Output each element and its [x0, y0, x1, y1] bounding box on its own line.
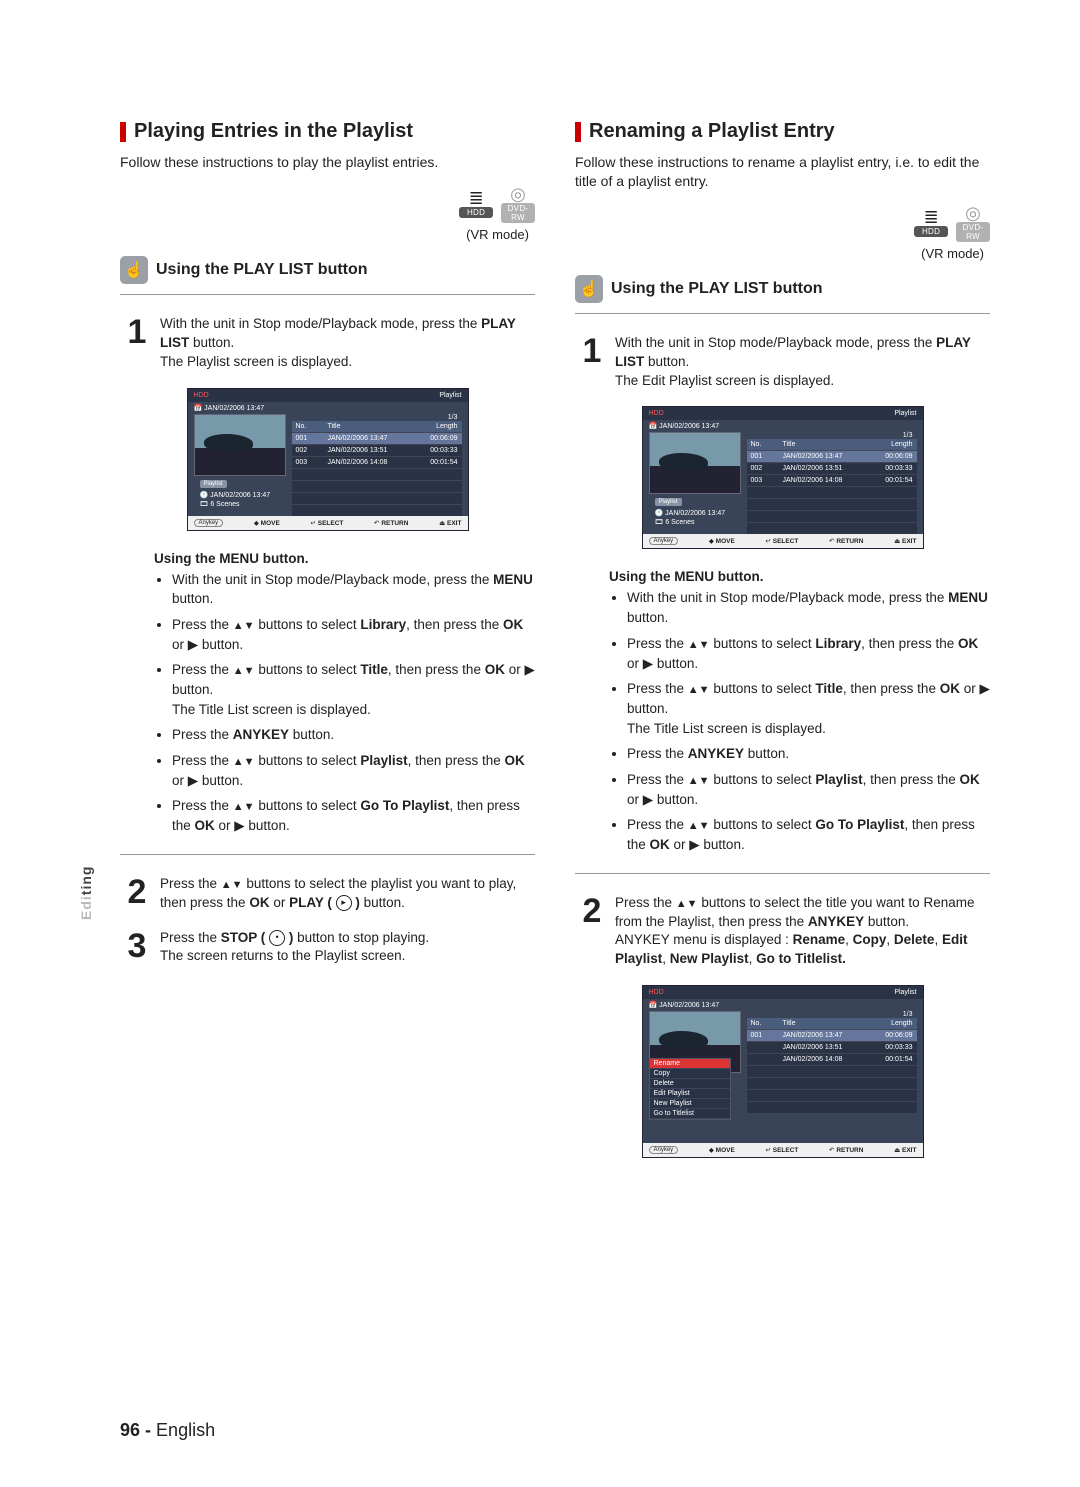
osd-table-header: No.TitleLength: [292, 421, 462, 432]
left-menu-heading: Using the MENU button.: [154, 551, 535, 566]
hdd-icon: ≣ HDD: [459, 190, 493, 218]
osd-date: JAN/02/2006 13:47: [204, 405, 264, 412]
right-step1-body: With the unit in Stop mode/Playback mode…: [615, 334, 990, 391]
divider: [120, 294, 535, 295]
hdd-icon: ≣ HDD: [914, 209, 948, 237]
side-tab-dim: Edi: [78, 895, 94, 920]
osd-header-device: HDD: [194, 392, 209, 399]
left-column: Playing Entries in the Playlist Follow t…: [120, 120, 535, 1178]
page-language: English: [156, 1420, 215, 1440]
osd-meta-scenes: 6 Scenes: [210, 501, 239, 508]
ctx-delete: Delete: [650, 1079, 730, 1089]
osd-button-bar: Anykey ◆ MOVE ↵ SELECT ↶ RETURN ⏏ EXIT: [188, 516, 468, 530]
right-intro: Follow these instructions to rename a pl…: [575, 153, 990, 191]
step-number-2: 2: [120, 875, 154, 913]
ctx-rename: Rename: [650, 1059, 730, 1069]
left-step-3: 3 Press the STOP ( • ) button to stop pl…: [120, 929, 535, 967]
left-intro: Follow these instructions to play the pl…: [120, 153, 535, 172]
ctx-edit-playlist: Edit Playlist: [650, 1089, 730, 1099]
osd-playlist-screenshot-left: HDDPlaylist 📅 JAN/02/2006 13:47 Playlist…: [187, 388, 469, 531]
left-step1-body: With the unit in Stop mode/Playback mode…: [160, 315, 535, 372]
right-menu-list: With the unit in Stop mode/Playback mode…: [609, 588, 990, 854]
left-step-2: 2 Press the ▲▼ buttons to select the pla…: [120, 875, 535, 913]
left-step-1: 1 With the unit in Stop mode/Playback mo…: [120, 315, 535, 372]
finger-press-icon: ☝: [120, 256, 148, 284]
left-media-icons: ≣ HDD ◎ DVD-RW: [120, 186, 535, 223]
left-vr-mode: (VR mode): [120, 227, 529, 242]
left-menu-list: With the unit in Stop mode/Playback mode…: [154, 570, 535, 836]
list-item: Press the ▲▼ buttons to select Title, th…: [627, 679, 990, 738]
step-number-2: 2: [575, 894, 609, 970]
side-tab-em: ting: [78, 866, 94, 896]
osd-row-1: 001JAN/02/2006 13:4700:06:09: [292, 432, 462, 444]
ctx-new-playlist: New Playlist: [650, 1099, 730, 1109]
divider: [575, 873, 990, 874]
dvd-rw-icon: ◎ DVD-RW: [956, 205, 990, 242]
right-title: Renaming a Playlist Entry: [589, 120, 835, 143]
osd-thumbnail: [194, 414, 286, 476]
osd-header-title: Playlist: [439, 392, 461, 399]
left-step3-body: Press the STOP ( • ) button to stop play…: [160, 929, 535, 967]
dvd-rw-icon: ◎ DVD-RW: [501, 186, 535, 223]
right-subheading-row: ☝ Using the PLAY LIST button: [575, 275, 990, 303]
anykey-icon: Anykey: [194, 519, 224, 527]
divider: [575, 313, 990, 314]
right-media-icons: ≣ HDD ◎ DVD-RW: [575, 205, 990, 242]
right-step-1: 1 With the unit in Stop mode/Playback mo…: [575, 334, 990, 391]
right-subheading: Using the PLAY LIST button: [611, 280, 823, 298]
side-tab-editing: Editing: [78, 866, 94, 920]
left-title: Playing Entries in the Playlist: [134, 120, 413, 143]
left-subheading-row: ☝ Using the PLAY LIST button: [120, 256, 535, 284]
list-item: Press the ▲▼ buttons to select Playlist,…: [627, 770, 990, 810]
list-item: Press the ▲▼ buttons to select Library, …: [627, 634, 990, 674]
ctx-go-titlelist: Go to Titlelist: [650, 1109, 730, 1119]
osd-row-2: 002JAN/02/2006 13:5100:03:33: [292, 444, 462, 456]
ctx-copy: Copy: [650, 1069, 730, 1079]
red-bar-icon: [120, 122, 126, 142]
section-heading-left: Playing Entries in the Playlist: [120, 120, 535, 143]
right-column: Renaming a Playlist Entry Follow these i…: [575, 120, 990, 1178]
right-vr-mode: (VR mode): [575, 246, 984, 261]
page-number: 96 -: [120, 1420, 151, 1440]
osd-context-menu: Rename Copy Delete Edit Playlist New Pla…: [649, 1058, 731, 1120]
page-footer: 96 - English: [120, 1420, 215, 1441]
list-item: Press the ▲▼ buttons to select Library, …: [172, 615, 535, 655]
divider: [120, 854, 535, 855]
right-step2-body: Press the ▲▼ buttons to select the title…: [615, 894, 990, 970]
list-item: Press the ▲▼ buttons to select Title, th…: [172, 660, 535, 719]
list-item: Press the ▲▼ buttons to select Go To Pla…: [172, 796, 535, 836]
right-step-2: 2 Press the ▲▼ buttons to select the tit…: [575, 894, 990, 970]
osd-thumbnail: [649, 432, 741, 494]
list-item: With the unit in Stop mode/Playback mode…: [627, 588, 990, 627]
left-subheading: Using the PLAY LIST button: [156, 261, 368, 279]
osd-tag: Playlist: [200, 480, 227, 488]
left-step2-body: Press the ▲▼ buttons to select the playl…: [160, 875, 535, 913]
osd-playlist-screenshot-right: HDDPlaylist 📅 JAN/02/2006 13:47 Playlist…: [642, 406, 924, 549]
osd-page-indicator: 1/3: [292, 414, 462, 421]
red-bar-icon: [575, 122, 581, 142]
osd-row-3: 003JAN/02/2006 14:0800:01:54: [292, 456, 462, 468]
finger-press-icon: ☝: [575, 275, 603, 303]
right-menu-heading: Using the MENU button.: [609, 569, 990, 584]
list-item: Press the ▲▼ buttons to select Go To Pla…: [627, 815, 990, 855]
list-item: Press the ANYKEY button.: [627, 744, 990, 764]
list-item: Press the ▲▼ buttons to select Playlist,…: [172, 751, 535, 791]
step-number-1: 1: [120, 315, 154, 372]
list-item: Press the ANYKEY button.: [172, 725, 535, 745]
list-item: With the unit in Stop mode/Playback mode…: [172, 570, 535, 609]
section-heading-right: Renaming a Playlist Entry: [575, 120, 990, 143]
step-number-3: 3: [120, 929, 154, 967]
osd-meta-time: JAN/02/2006 13:47: [210, 492, 270, 499]
osd-anykey-menu-screenshot: HDDPlaylist 📅 JAN/02/2006 13:47 1/3 No.T…: [642, 985, 924, 1158]
step-number-1: 1: [575, 334, 609, 391]
